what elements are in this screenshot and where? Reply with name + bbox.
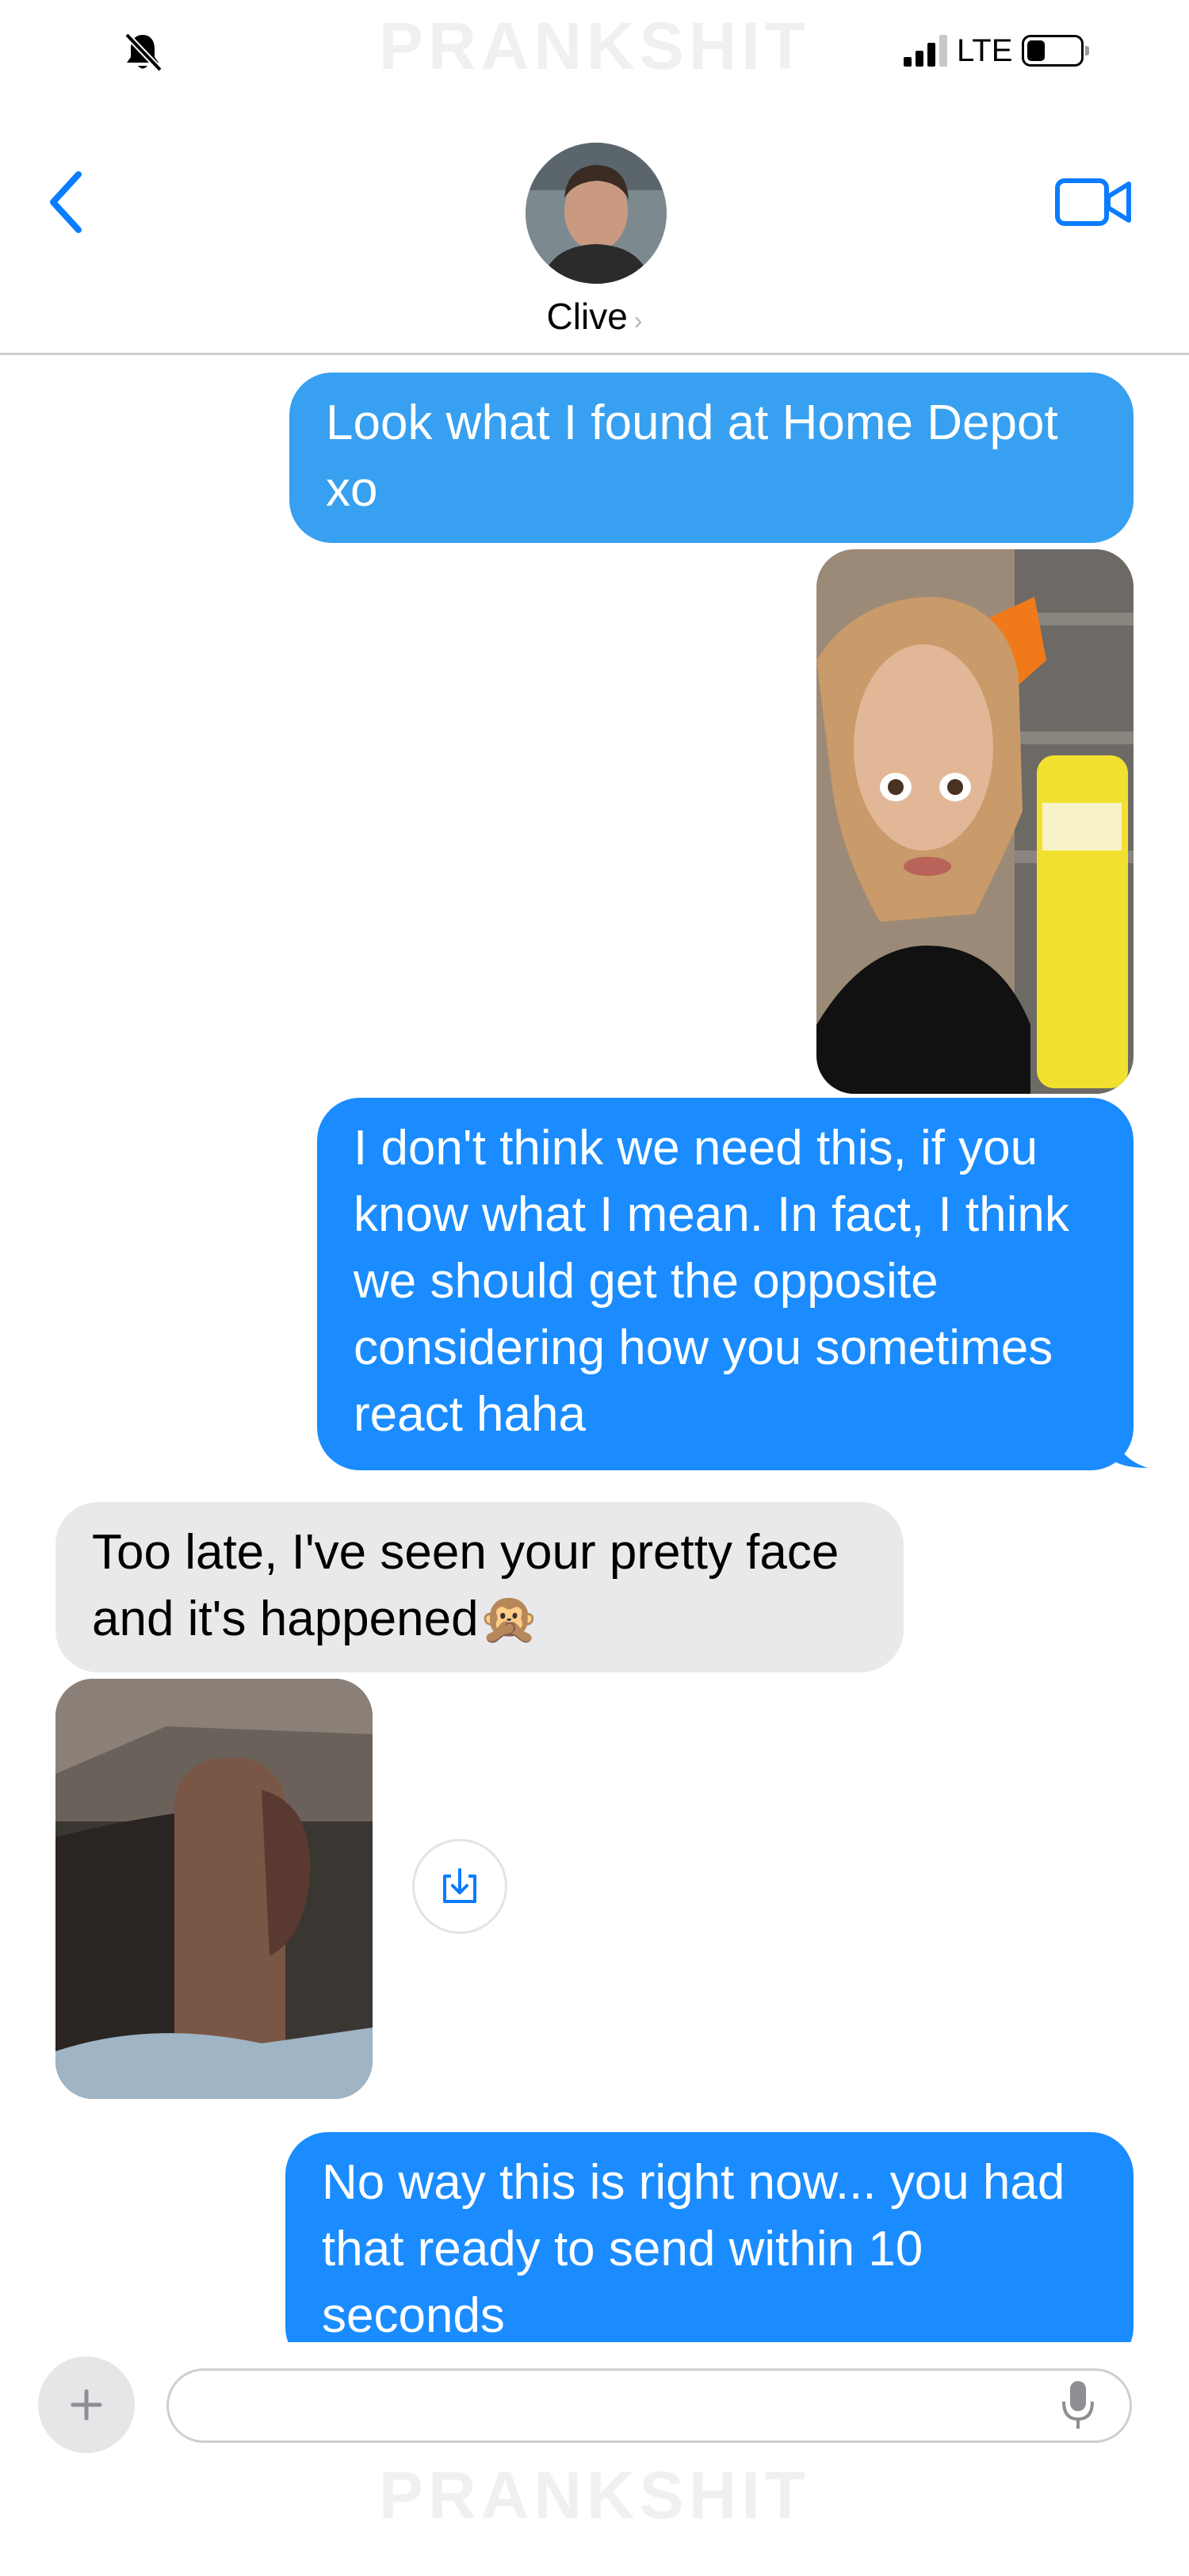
back-button[interactable]	[44, 166, 91, 238]
photo-image	[816, 549, 1134, 1094]
plus-icon	[71, 2389, 102, 2421]
bubble-tail	[1110, 1427, 1148, 1468]
message-photo-incoming[interactable]	[55, 1679, 373, 2099]
signal-strength-icon	[904, 35, 947, 67]
message-bubble-outgoing[interactable]: I don't think we need this, if you know …	[317, 1098, 1134, 1470]
dictation-button[interactable]	[1057, 2378, 1099, 2433]
video-call-button[interactable]	[1054, 174, 1134, 230]
message-bubble-outgoing[interactable]: No way this is right now... you had that…	[285, 2132, 1134, 2370]
message-bubble-incoming[interactable]: Too late, I've seen your pretty face and…	[55, 1502, 904, 1672]
header-divider	[0, 353, 1189, 355]
download-icon	[443, 1868, 476, 1903]
microphone-icon	[1062, 2381, 1094, 2429]
bell-slash-icon	[119, 29, 166, 76]
message-text: Too late, I've seen your pretty face and…	[92, 1525, 839, 1646]
video-camera-icon	[1055, 178, 1131, 226]
message-text: Look what I found at Home Depot xo	[326, 396, 1058, 517]
watermark-bottom: PRANKSHIT	[378, 2458, 810, 2532]
battery-icon	[1022, 35, 1090, 67]
plus-button[interactable]	[38, 2356, 135, 2453]
contact-name: Clive	[546, 296, 628, 337]
message-input[interactable]	[166, 2368, 1132, 2443]
message-bubble-outgoing[interactable]: Look what I found at Home Depot xo	[289, 373, 1134, 543]
contact-name-button[interactable]: Clive ›	[476, 295, 713, 338]
save-photo-button[interactable]	[412, 1839, 507, 1934]
message-text: I don't think we need this, if you know …	[354, 1121, 1069, 1442]
message-photo-outgoing[interactable]	[816, 549, 1134, 1094]
avatar[interactable]	[526, 143, 667, 284]
chevron-left-icon	[50, 171, 82, 233]
status-indicators: LTE	[904, 27, 1090, 75]
chevron-right-icon: ›	[633, 306, 643, 334]
network-type: LTE	[957, 32, 1013, 68]
message-text: No way this is right now... you had that…	[322, 2155, 1065, 2343]
photo-image	[55, 1679, 373, 2099]
